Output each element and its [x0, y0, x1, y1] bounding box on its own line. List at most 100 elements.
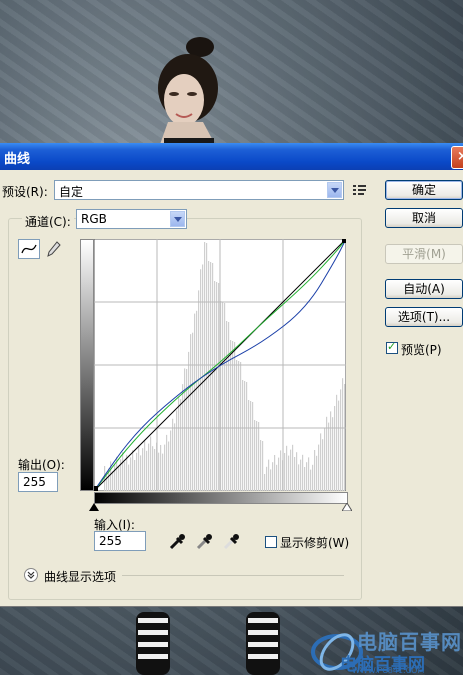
- histogram-bar: [280, 450, 282, 491]
- curve-point-white[interactable]: [342, 239, 346, 243]
- curve-point-black[interactable]: [94, 486, 98, 491]
- output-gradient-bar: [80, 239, 94, 491]
- expand-chevron-icon[interactable]: [24, 568, 38, 582]
- histogram-bar: [328, 422, 330, 491]
- histogram-bar: [270, 469, 272, 491]
- histogram-bar: [274, 455, 276, 491]
- histogram-bar: [232, 341, 234, 491]
- auto-button[interactable]: 自动(A): [385, 279, 463, 299]
- histogram-bar: [276, 464, 278, 491]
- histogram-bar: [200, 269, 202, 491]
- histogram-bar: [166, 434, 168, 491]
- pencil-icon[interactable]: [44, 239, 62, 259]
- histogram-bar: [304, 467, 306, 491]
- histogram-bar: [300, 459, 302, 491]
- preview-checkbox[interactable]: [386, 340, 398, 354]
- histogram-bar: [262, 441, 264, 491]
- histogram-bar: [254, 420, 256, 491]
- histogram-bar: [142, 448, 144, 491]
- histogram-bar: [256, 421, 258, 491]
- white-point-slider[interactable]: [342, 503, 352, 511]
- histogram-bar: [138, 445, 140, 491]
- histogram-bar: [206, 243, 208, 491]
- histogram-bar: [278, 457, 280, 491]
- histogram-bar: [238, 361, 240, 491]
- input-gradient-bar: [94, 492, 348, 504]
- histogram-bar: [226, 321, 228, 491]
- output-field[interactable]: 255: [18, 472, 58, 492]
- histogram-bar: [196, 310, 198, 491]
- histogram-bar: [288, 455, 290, 491]
- histogram-bar: [124, 462, 126, 491]
- curve-display-options-label[interactable]: 曲线显示选项: [44, 568, 116, 585]
- histogram-bar: [242, 380, 244, 491]
- output-value: 255: [23, 475, 46, 489]
- histogram-bar: [230, 340, 232, 491]
- dialog-titlebar[interactable]: 曲线 ×: [0, 143, 463, 170]
- eyedropper-gray-icon[interactable]: [195, 532, 215, 550]
- histogram-bar: [344, 384, 346, 491]
- histogram-bar: [336, 394, 338, 491]
- histogram-bar: [132, 450, 134, 491]
- input-field[interactable]: 255: [94, 531, 146, 551]
- eyedropper-black-icon[interactable]: [168, 532, 188, 550]
- histogram-bar: [286, 445, 288, 491]
- curve-graph[interactable]: [94, 239, 346, 491]
- channel-label: 通道(C):: [22, 213, 74, 230]
- histogram-bar: [214, 281, 216, 491]
- histogram-bar: [292, 444, 294, 491]
- show-clipping-checkbox[interactable]: [265, 536, 277, 548]
- histogram-bar: [122, 452, 124, 491]
- options-button[interactable]: 选项(T)...: [385, 307, 463, 327]
- list-menu-icon[interactable]: [352, 183, 368, 197]
- histogram-bar: [134, 460, 136, 491]
- histogram-bar: [312, 464, 314, 491]
- dialog-title: 曲线: [4, 152, 31, 167]
- smooth-button[interactable]: 平滑(M): [385, 244, 463, 264]
- input-value: 255: [99, 534, 122, 548]
- histogram-bar: [318, 444, 320, 491]
- histogram-bar: [140, 455, 142, 491]
- histogram-bar: [184, 368, 186, 491]
- histogram-bar: [170, 430, 172, 491]
- histogram-bar: [144, 441, 146, 491]
- histogram-bar: [264, 474, 266, 491]
- cancel-button[interactable]: 取消: [385, 208, 463, 228]
- histogram-bar: [334, 406, 336, 491]
- histogram-bar: [188, 351, 190, 491]
- preset-label: 预设(R):: [2, 185, 48, 199]
- histogram-bar: [266, 466, 268, 491]
- histogram-bar: [316, 455, 318, 491]
- histogram-bar: [152, 446, 154, 491]
- histogram-bar: [176, 410, 178, 491]
- histogram-bar: [298, 464, 300, 491]
- divider: [122, 575, 344, 576]
- histogram-bar: [162, 453, 164, 491]
- histogram-bar: [324, 428, 326, 491]
- woman-photo: [158, 37, 218, 150]
- histogram-bar: [296, 452, 298, 491]
- ok-button[interactable]: 确定: [385, 180, 463, 200]
- eyedropper-white-icon[interactable]: [222, 532, 242, 550]
- close-icon[interactable]: ×: [451, 146, 463, 169]
- histogram-bar: [194, 313, 196, 491]
- histogram-bar: [314, 450, 316, 491]
- histogram-bar: [290, 449, 292, 491]
- histogram-bar: [308, 457, 310, 491]
- histogram-bar: [236, 360, 238, 491]
- histogram-bar: [340, 389, 342, 491]
- histogram-bar: [154, 449, 156, 491]
- histogram-bar: [160, 444, 162, 491]
- histogram-bar: [234, 342, 236, 491]
- histogram-bar: [136, 452, 138, 491]
- channel-dropdown[interactable]: RGB: [76, 209, 187, 229]
- histogram-bar: [216, 282, 218, 491]
- black-point-slider[interactable]: [89, 503, 99, 511]
- histogram-bar: [126, 454, 128, 491]
- curve-point-icon[interactable]: [18, 239, 40, 259]
- histogram-bar: [322, 439, 324, 491]
- preset-dropdown[interactable]: 自定: [54, 180, 344, 200]
- histogram-bar: [146, 450, 148, 491]
- histogram-bar: [240, 362, 242, 491]
- histogram-bar: [212, 263, 214, 491]
